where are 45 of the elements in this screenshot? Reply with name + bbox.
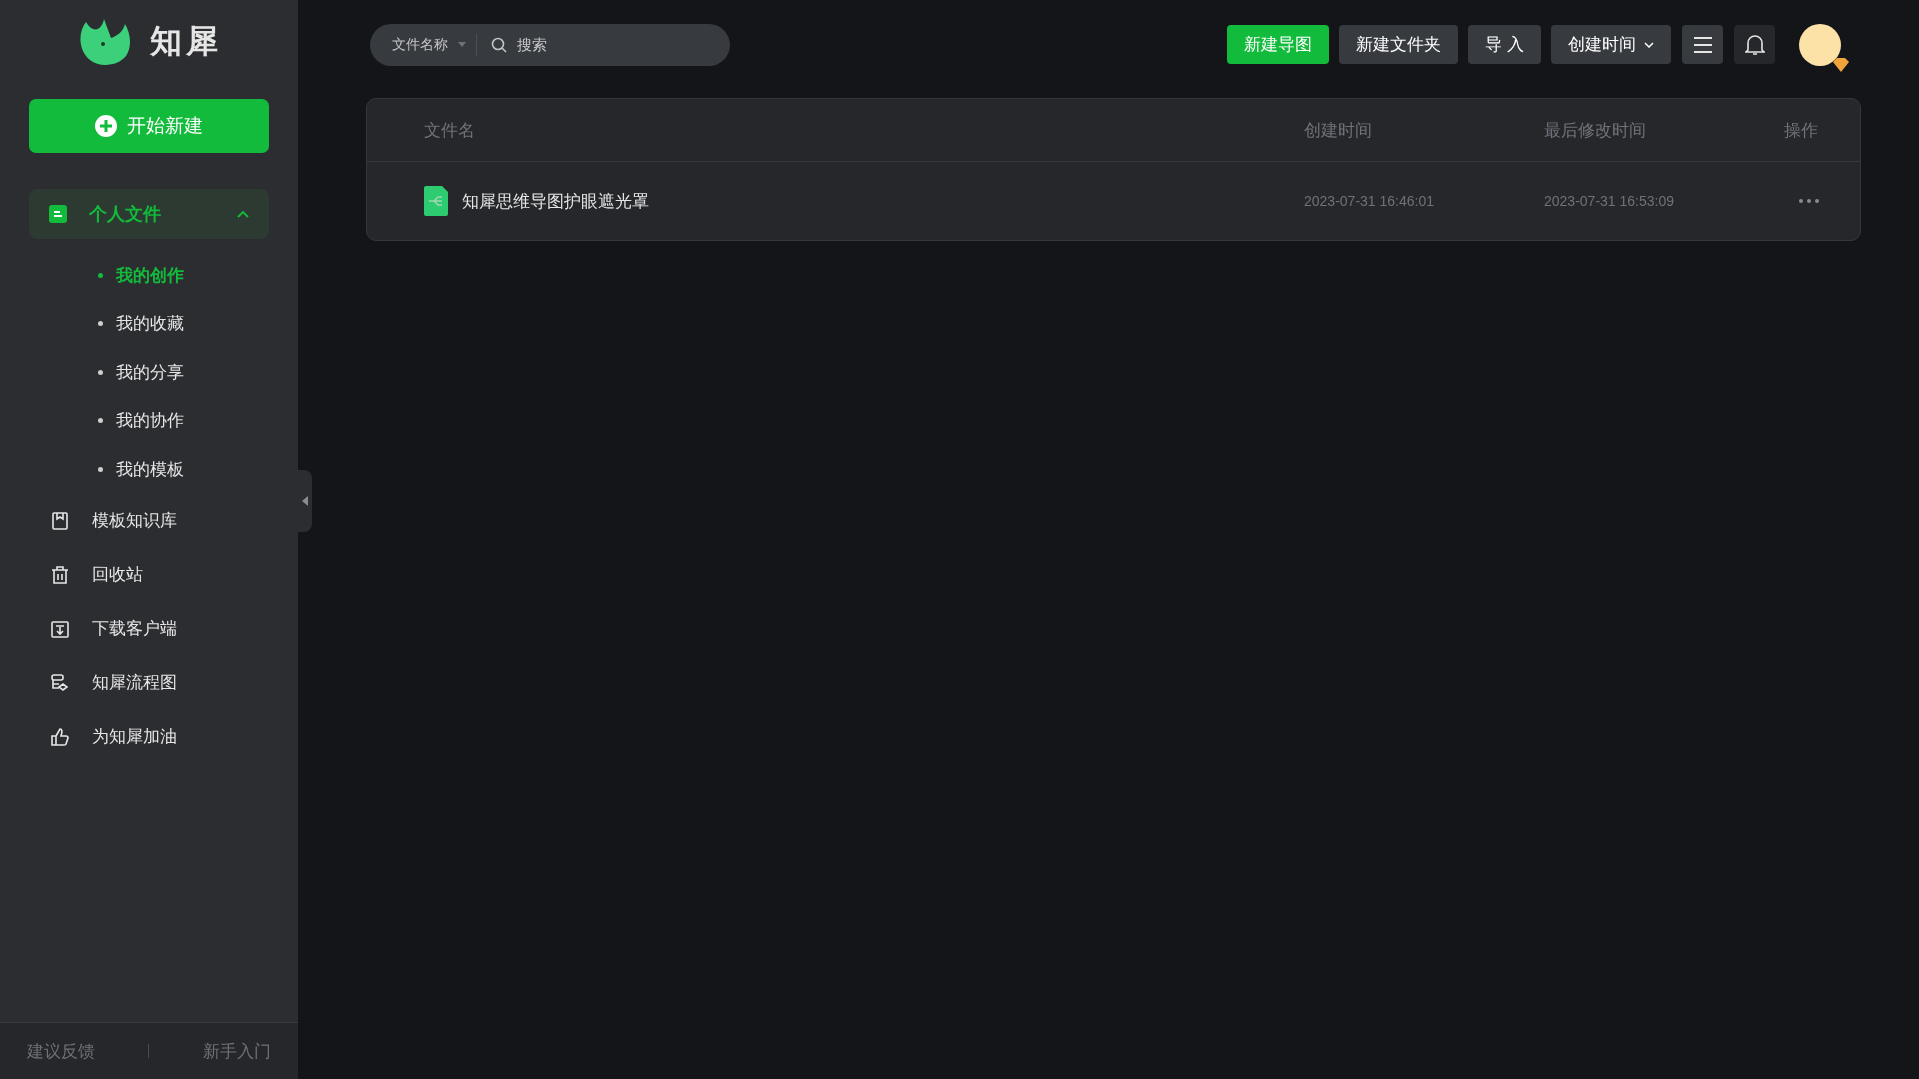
sidebar-item[interactable]: 模板知识库 <box>0 493 298 548</box>
bookmark-icon <box>50 510 70 531</box>
avatar[interactable] <box>1799 23 1841 66</box>
personal-files-item[interactable]: 个人文件 <box>29 189 269 239</box>
menu-icon <box>1693 36 1712 53</box>
download-icon <box>50 618 70 639</box>
search-icon <box>491 36 507 53</box>
sidebar-subitem[interactable]: 我的收藏 <box>0 299 298 348</box>
file-name[interactable]: 知犀思维导图护眼遮光罩 <box>462 189 649 213</box>
sidebar-item[interactable]: 为知犀加油 <box>0 709 298 764</box>
column-header: 文件名 <box>424 119 476 142</box>
caret-icon <box>458 42 466 47</box>
plus-circle-icon <box>95 115 117 137</box>
caret-icon <box>237 210 249 218</box>
search-field[interactable]: 搜索 <box>515 35 730 54</box>
caret-icon <box>302 496 308 506</box>
column-header: 最后修改时间 <box>1544 119 1647 142</box>
sidebar-subitem[interactable]: 我的创作 <box>0 251 298 300</box>
date-cell-text: 2023-07-31 16:53:09 <box>1544 193 1675 209</box>
bell-icon <box>1744 33 1765 56</box>
notification-button[interactable] <box>1734 25 1775 64</box>
collapse-handle[interactable] <box>298 470 312 532</box>
flowchart-icon <box>50 672 70 693</box>
column-header: 创建时间 <box>1304 119 1373 142</box>
logo-text: 知犀 <box>150 22 222 61</box>
sidebar-subitem[interactable]: 我的分享 <box>0 348 298 397</box>
caret-icon <box>1644 41 1654 48</box>
sidebar-item[interactable]: 下载客户端 <box>0 601 298 656</box>
mindmap-file-icon <box>424 186 448 216</box>
sidebar-subitem[interactable]: 我的协作 <box>0 396 298 445</box>
column-header: 操作 <box>1784 119 1819 142</box>
sidebar-item[interactable]: 知犀流程图 <box>0 655 298 710</box>
toolbar-button[interactable]: 创建时间 <box>1551 25 1671 64</box>
sidebar-item[interactable]: 回收站 <box>0 547 298 602</box>
file-icon <box>49 205 67 223</box>
thumbs-up-icon <box>50 726 70 747</box>
menu-button[interactable] <box>1682 25 1723 64</box>
search-bar[interactable]: 文件名称 搜索 <box>370 23 730 66</box>
sidebar-subitem[interactable]: 我的模板 <box>0 445 298 494</box>
scope-dropdown[interactable]: 文件名称 <box>370 33 477 56</box>
vip-badge-icon <box>1833 57 1849 72</box>
date-cell-text: 2023-07-31 16:46:01 <box>1304 193 1435 209</box>
toolbar-button[interactable]: 导 入 <box>1468 25 1541 64</box>
toolbar-button[interactable]: 新建文件夹 <box>1339 25 1459 64</box>
trash-icon <box>50 564 70 585</box>
